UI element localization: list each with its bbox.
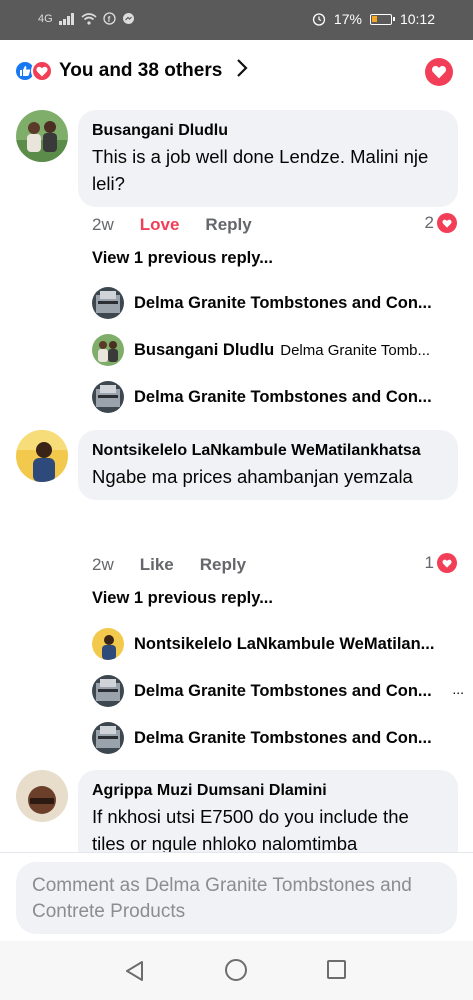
comment-composer: Comment as Delma Granite Tombstones and … — [0, 852, 473, 941]
love-reaction-icon — [437, 213, 457, 233]
reply-author[interactable]: Nontsikelelo LaNkambule WeMatilan... — [134, 635, 434, 654]
avatar[interactable] — [92, 675, 124, 707]
avatar[interactable] — [16, 770, 68, 822]
reactions-summary-text: You and 38 others — [59, 60, 223, 81]
comment-author[interactable]: Busangani Dludlu — [92, 120, 444, 141]
comment-text: This is a job well done Lendze. Malini n… — [92, 146, 429, 194]
comment-time: 2w — [92, 555, 114, 574]
comment-actions: 2w Love Reply — [92, 215, 278, 235]
comment-bubble[interactable]: Agrippa Muzi Dumsani Dlamini If nkhosi u… — [78, 770, 458, 852]
clock: 10:12 — [399, 11, 435, 27]
reaction-count[interactable]: 2 — [425, 213, 457, 233]
alarm-icon — [312, 13, 326, 26]
system-navigation-bar — [0, 941, 473, 1000]
recent-apps-icon[interactable] — [327, 960, 346, 979]
avatar[interactable] — [16, 430, 68, 482]
reaction-count-number: 1 — [424, 553, 434, 572]
facebook-notification-icon: f — [103, 12, 116, 25]
reply-text: Delma Granite Tomb... — [280, 341, 431, 359]
comment-actions: 2w Like Reply — [92, 555, 272, 575]
svg-text:f: f — [107, 15, 110, 24]
home-icon[interactable] — [225, 959, 247, 981]
comment-author[interactable]: Nontsikelelo LaNkambule WeMatilankhatsa — [92, 440, 444, 461]
avatar[interactable] — [92, 334, 124, 366]
status-right: 17% 10:12 — [312, 11, 435, 27]
signal-indicator: 4G — [38, 12, 53, 25]
reply-author[interactable]: Delma Granite Tombstones and Con... — [134, 682, 432, 701]
chevron-right-icon — [236, 58, 248, 84]
love-reaction-icon — [31, 60, 53, 82]
avatar[interactable] — [92, 381, 124, 413]
reply-author[interactable]: Delma Granite Tombstones and Con... — [134, 294, 432, 313]
signal-icon — [58, 12, 74, 25]
battery-percent: 17% — [333, 11, 362, 27]
comment-text: Ngabe ma prices ahambanjan yemzala — [92, 466, 413, 487]
reply-author[interactable]: Delma Granite Tombstones and Con... — [134, 729, 432, 748]
view-previous-replies[interactable]: View 1 previous reply... — [92, 589, 273, 608]
avatar[interactable] — [92, 628, 124, 660]
battery-icon — [369, 13, 395, 25]
love-reaction-icon — [437, 553, 457, 573]
love-button[interactable]: Love — [140, 215, 180, 235]
reply-author[interactable]: Delma Granite Tombstones and Con... — [134, 388, 432, 407]
reply-button[interactable]: Reply — [205, 215, 251, 235]
comments-sheet: You and 38 others Busangani Dludlu This … — [0, 40, 473, 852]
wifi-icon — [81, 12, 97, 25]
comment-bubble[interactable]: Nontsikelelo LaNkambule WeMatilankhatsa … — [78, 430, 458, 500]
comment-author[interactable]: Agrippa Muzi Dumsani Dlamini — [92, 780, 444, 801]
avatar[interactable] — [16, 110, 68, 162]
reply-item[interactable]: Delma Granite Tombstones and Con... — [92, 722, 462, 754]
comment-input[interactable]: Comment as Delma Granite Tombstones and … — [16, 862, 457, 934]
back-icon[interactable] — [124, 960, 144, 982]
reply-item[interactable]: Delma Granite Tombstones and Con... — [92, 287, 462, 319]
reply-item[interactable]: Nontsikelelo LaNkambule WeMatilan... — [92, 628, 462, 660]
comment-text: If nkhosi utsi E7500 do you include the … — [92, 806, 409, 852]
love-react-button[interactable] — [425, 58, 453, 86]
heart-icon — [431, 65, 447, 79]
reaction-count-number: 2 — [424, 213, 434, 232]
view-previous-replies[interactable]: View 1 previous reply... — [92, 249, 273, 268]
reply-item[interactable]: Busangani Dludlu Delma Granite Tomb... — [92, 334, 462, 366]
comment-bubble[interactable]: Busangani Dludlu This is a job well done… — [78, 110, 458, 207]
reply-item[interactable]: Delma Granite Tombstones and Con... ... — [92, 675, 470, 707]
reactions-summary[interactable]: You and 38 others — [14, 58, 248, 84]
reply-text: ... — [452, 681, 464, 697]
reply-author[interactable]: Busangani Dludlu — [134, 341, 274, 360]
reply-button[interactable]: Reply — [200, 555, 246, 575]
messenger-notification-icon — [122, 13, 134, 24]
status-left: 4G f — [38, 12, 135, 25]
avatar[interactable] — [92, 287, 124, 319]
status-bar: 4G f 17% 10:12 — [0, 0, 473, 40]
comment-time: 2w — [92, 215, 114, 234]
like-button[interactable]: Like — [140, 555, 174, 575]
reply-item[interactable]: Delma Granite Tombstones and Con... — [92, 381, 462, 413]
avatar[interactable] — [92, 722, 124, 754]
reaction-count[interactable]: 1 — [425, 553, 457, 573]
